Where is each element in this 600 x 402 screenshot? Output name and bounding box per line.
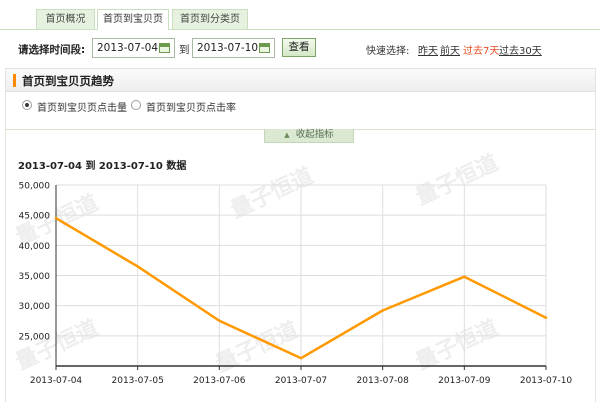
trend-chart: 量子恒道 量子恒道 量子恒道量子恒道 量子恒道 量子恒道25,00030,00035,0…: [12, 150, 573, 386]
watermark-text: 量子恒道: [227, 163, 318, 224]
data-point: [299, 356, 303, 360]
page-root: 首页概况 首页到宝贝页 首页到分类页 请选择时间段: 2013-07-04 到 …: [0, 0, 600, 402]
data-point: [218, 319, 221, 322]
watermark-text: 量子恒道: [412, 150, 503, 211]
x-tick-label: 2013-07-09: [438, 376, 491, 386]
y-tick-label: 25,000: [19, 332, 51, 342]
x-tick-label: 2013-07-10: [520, 376, 573, 386]
x-tick-label: 2013-07-08: [357, 376, 410, 386]
y-tick-label: 50,000: [19, 182, 51, 192]
data-point: [136, 265, 139, 268]
y-tick-label: 30,000: [19, 302, 51, 312]
data-point: [544, 316, 548, 319]
x-tick-label: 2013-07-05: [112, 376, 164, 386]
y-tick-label: 35,000: [19, 272, 51, 282]
x-tick-label: 2013-07-04: [30, 376, 83, 386]
y-tick-label: 45,000: [19, 212, 51, 222]
data-point: [463, 275, 466, 278]
x-tick-label: 2013-07-06: [193, 376, 246, 386]
data-point: [381, 309, 384, 312]
watermark-text: 量子恒道: [212, 317, 303, 378]
y-tick-label: 40,000: [19, 242, 51, 252]
data-point: [54, 216, 58, 220]
x-tick-label: 2013-07-07: [275, 376, 327, 386]
